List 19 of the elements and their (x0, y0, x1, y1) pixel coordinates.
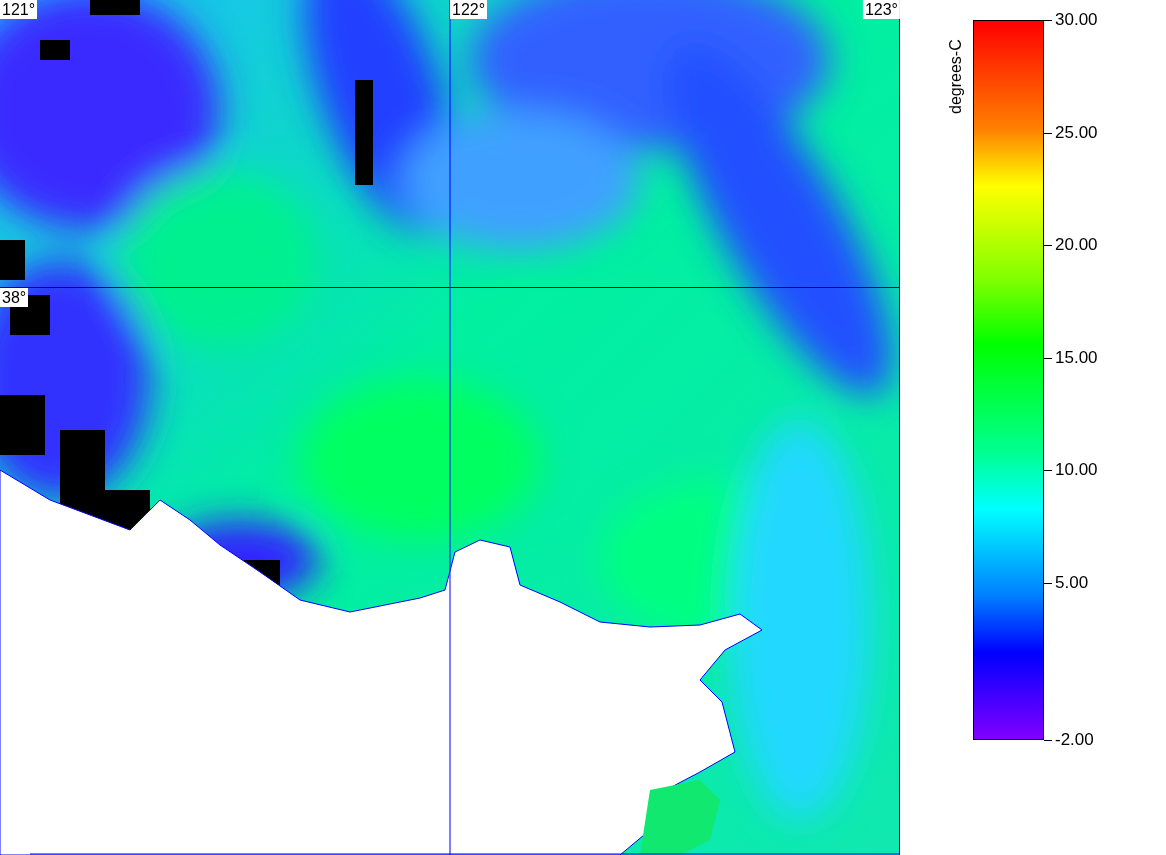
tick-mark (1044, 20, 1052, 21)
tick-mark (1044, 582, 1052, 584)
tick-label: 20.00 (1055, 235, 1098, 255)
tick-mark (1044, 357, 1052, 359)
tick-label: 25.00 (1055, 122, 1098, 143)
colorbar-title: degrees-C (946, 39, 965, 114)
tick-label: 30.00 (1055, 10, 1098, 30)
tick-label: 10.00 (1055, 460, 1098, 480)
tick-label: 5.00 (1055, 572, 1089, 593)
tick-mark (1044, 740, 1052, 741)
longitude-label: 123° (862, 0, 900, 19)
longitude-label: 121° (0, 0, 38, 19)
longitude-label: 122° (450, 0, 488, 19)
tick-label: 15.00 (1055, 347, 1098, 368)
tick-mark (1044, 470, 1052, 471)
tick-mark (1044, 245, 1052, 246)
latitude-label: 38° (0, 288, 29, 307)
tick-mark (1044, 132, 1052, 134)
tick-label: -2.00 (1055, 730, 1094, 750)
